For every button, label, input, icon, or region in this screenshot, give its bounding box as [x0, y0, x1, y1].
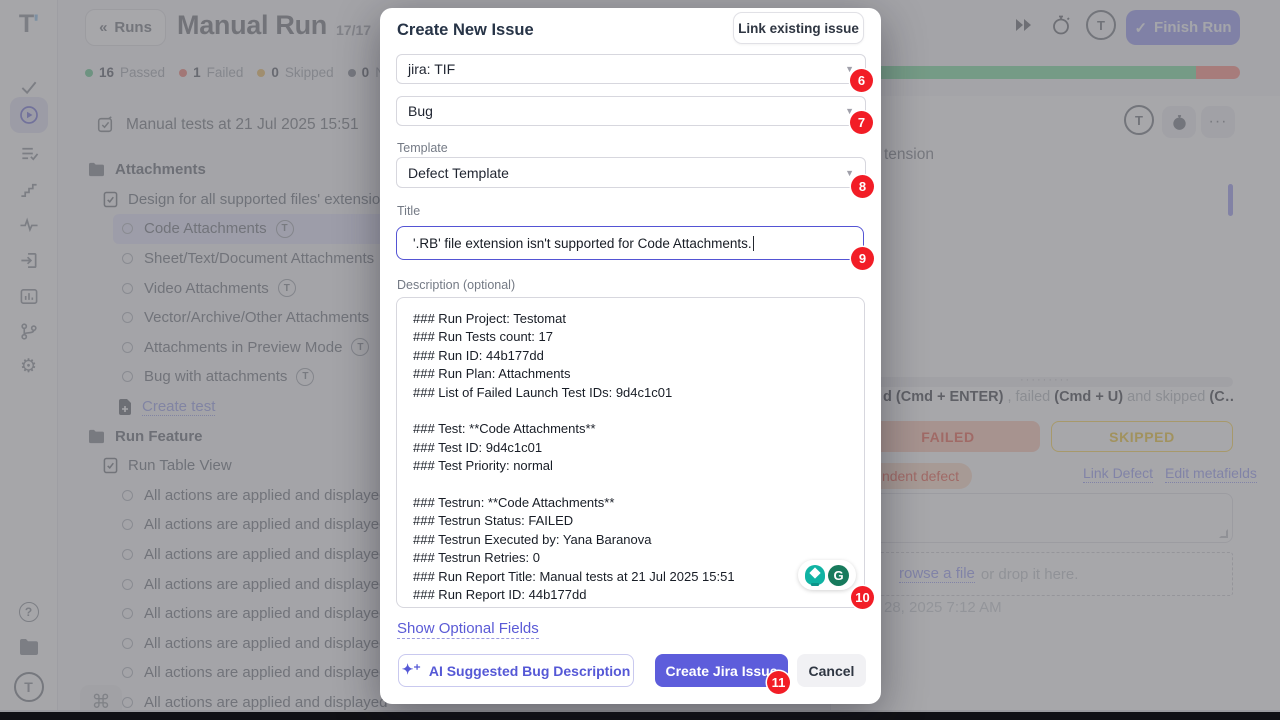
link-existing-issue-button[interactable]: Link existing issue	[733, 12, 864, 44]
title-label: Title	[397, 204, 420, 218]
window-bottom-bar	[0, 712, 1280, 720]
step-badge-10: 10	[851, 586, 874, 609]
app-window: T' ⚙ ? T «Runs Manual Run 17/17 T ✓Finis…	[0, 0, 1280, 720]
issue-title-input[interactable]: '.RB' file extension isn't supported for…	[396, 226, 864, 260]
grammarly-widget[interactable]: G	[798, 560, 856, 590]
chevron-down-icon: ▼	[845, 168, 854, 178]
sparkles-icon: ✦⁺	[402, 661, 421, 678]
step-badge-11: 11	[767, 671, 790, 694]
step-badge-9: 9	[851, 247, 874, 270]
grammarly-icon[interactable]: G	[828, 565, 849, 586]
template-select[interactable]: Defect Template▼	[396, 157, 866, 188]
description-label: Description (optional)	[397, 278, 515, 292]
text-cursor	[753, 236, 755, 251]
step-badge-6: 6	[850, 69, 873, 92]
issue-type-select[interactable]: Bug▼	[396, 96, 866, 126]
modal-title: Create New Issue	[397, 21, 534, 40]
ai-suggested-description-button[interactable]: ✦⁺AI Suggested Bug Description	[398, 654, 634, 687]
show-optional-fields-link[interactable]: Show Optional Fields	[397, 620, 539, 637]
create-issue-modal: Create New Issue Link existing issue jir…	[380, 8, 881, 704]
step-badge-7: 7	[850, 111, 873, 134]
suggestion-bulb-icon[interactable]	[805, 565, 825, 585]
description-textarea[interactable]: ### Run Project: Testomat ### Run Tests …	[396, 297, 865, 608]
jira-project-select[interactable]: jira: TIF▼	[396, 54, 866, 84]
cancel-button[interactable]: Cancel	[797, 654, 866, 687]
template-label: Template	[397, 141, 448, 155]
step-badge-8: 8	[851, 175, 874, 198]
